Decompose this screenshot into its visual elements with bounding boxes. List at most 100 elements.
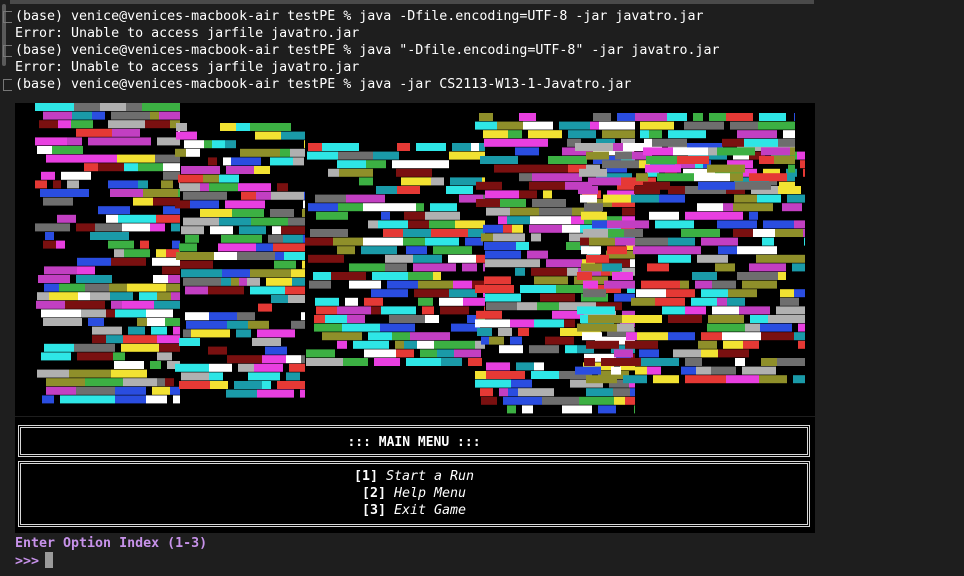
prompt-marker [3, 45, 12, 57]
logo-pixel-block [580, 237, 589, 246]
menu-options-frame: [1] Start a Run [2] Help Menu [3] Exit G… [18, 461, 810, 527]
logo-pixel-block [225, 140, 236, 149]
logo-pixel-block [623, 375, 647, 384]
logo-pixel-block [465, 237, 483, 246]
logo-pixel-block [649, 211, 679, 220]
logo-pixel-block [668, 237, 695, 246]
logo-pixel-block [310, 229, 348, 237]
logo-pixel-block [644, 138, 652, 147]
logo-pixel-block [759, 113, 786, 121]
logo-pixel-block [433, 272, 441, 280]
logo-pixel-block [730, 173, 743, 182]
logo-pixel-block [85, 283, 109, 292]
logo-pixel-block [475, 121, 497, 130]
text-cursor[interactable] [45, 552, 54, 568]
logo-pixel-block [281, 226, 305, 235]
logo-pixel-block [722, 332, 746, 341]
logo-pixel-block [722, 138, 744, 147]
logo-pixel-block [510, 336, 522, 345]
logo-pixel-block [363, 237, 403, 246]
logo-pixel-block [181, 166, 220, 174]
logo-pixel-block [271, 295, 288, 303]
logo-pixel-block [166, 283, 180, 292]
logo-pixel-block [635, 366, 647, 375]
logo-pixel-block [154, 300, 180, 309]
logo-pixel-block [763, 220, 794, 229]
logo-pixel-block [604, 280, 635, 289]
logo-pixel-block [371, 306, 381, 315]
logo-pixel-block [238, 363, 254, 372]
prompt-marker [3, 11, 12, 23]
logo-pixel-block [44, 343, 74, 352]
input-line[interactable]: >>> [15, 552, 207, 569]
logo-pixel-block [733, 203, 773, 212]
logo-pixel-block [539, 207, 572, 216]
logo-pixel-block [696, 366, 711, 375]
logo-pixel-block [681, 229, 720, 237]
logo-pixel-block [35, 103, 74, 111]
menu-option-start[interactable]: [1] Start a Run [21, 468, 807, 485]
logo-pixel-block [308, 203, 338, 212]
logo-pixel-block [425, 211, 460, 220]
logo-pixel-block [380, 323, 415, 332]
logo-pixel-block [343, 358, 368, 366]
logo-pixel-block [779, 181, 795, 190]
logo-pixel-block [146, 395, 167, 404]
logo-pixel-block [265, 346, 287, 355]
logo-pixel-block [486, 371, 525, 379]
logo-pixel-block [418, 297, 433, 306]
logo-pixel-block [404, 340, 417, 349]
logo-pixel-block [76, 275, 112, 283]
logo-pixel-block [112, 137, 151, 146]
logo-pixel-block [349, 263, 385, 272]
logo-pixel-block [175, 363, 209, 372]
logo-pixel-block [697, 254, 728, 263]
logo-pixel-block [631, 194, 659, 203]
logo-pixel-block [74, 103, 100, 111]
logo-pixel-block [114, 361, 144, 369]
logo-pixel-block [238, 183, 271, 192]
logo-pixel-block [483, 130, 508, 139]
logo-pixel-block [46, 378, 85, 387]
logo-pixel-block [69, 369, 83, 378]
logo-pixel-block [485, 250, 521, 259]
logo-pixel-block [41, 171, 55, 180]
logo-pixel-block [240, 148, 280, 157]
logo-pixel-block [711, 366, 736, 375]
logo-pixel-block [383, 229, 403, 237]
logo-pixel-block [291, 269, 305, 278]
logo-pixel-block [220, 123, 236, 131]
logo-pixel-block [582, 332, 602, 341]
menu-option-help[interactable]: [2] Help Menu [21, 485, 807, 502]
logo-pixel-block [657, 173, 694, 182]
logo-pixel-block [717, 220, 757, 229]
logo-pixel-block [236, 329, 251, 338]
logo-pixel-block [118, 214, 156, 223]
logo-pixel-block [579, 396, 614, 405]
logo-pixel-block [413, 263, 446, 272]
logo-pixel-block [673, 246, 701, 255]
logo-pixel-block [371, 289, 408, 298]
logo-pixel-block [208, 346, 227, 355]
logo-pixel-block [106, 214, 118, 223]
logo-pixel-block [750, 315, 768, 323]
logo-pixel-block [262, 381, 271, 389]
logo-pixel-block [446, 263, 456, 272]
logo-pixel-block [757, 194, 781, 203]
logo-pixel-block [97, 128, 112, 137]
logo-pixel-block [223, 157, 231, 166]
logo-pixel-block [655, 220, 694, 229]
logo-pixel-block [110, 189, 143, 197]
logo-pixel-block [256, 243, 273, 252]
logo-pixel-block [652, 138, 687, 147]
logo-pixel-block [515, 147, 539, 156]
logo-pixel-block [798, 340, 805, 349]
logo-pixel-block [475, 371, 486, 379]
logo-pixel-block [655, 297, 685, 306]
logo-pixel-block [780, 297, 799, 306]
logo-pixel-block [247, 277, 260, 286]
logo-pixel-block [392, 332, 410, 341]
logo-pixel-block [184, 140, 204, 149]
menu-option-exit[interactable]: [3] Exit Game [21, 502, 807, 519]
logo-pixel-block [292, 277, 305, 286]
